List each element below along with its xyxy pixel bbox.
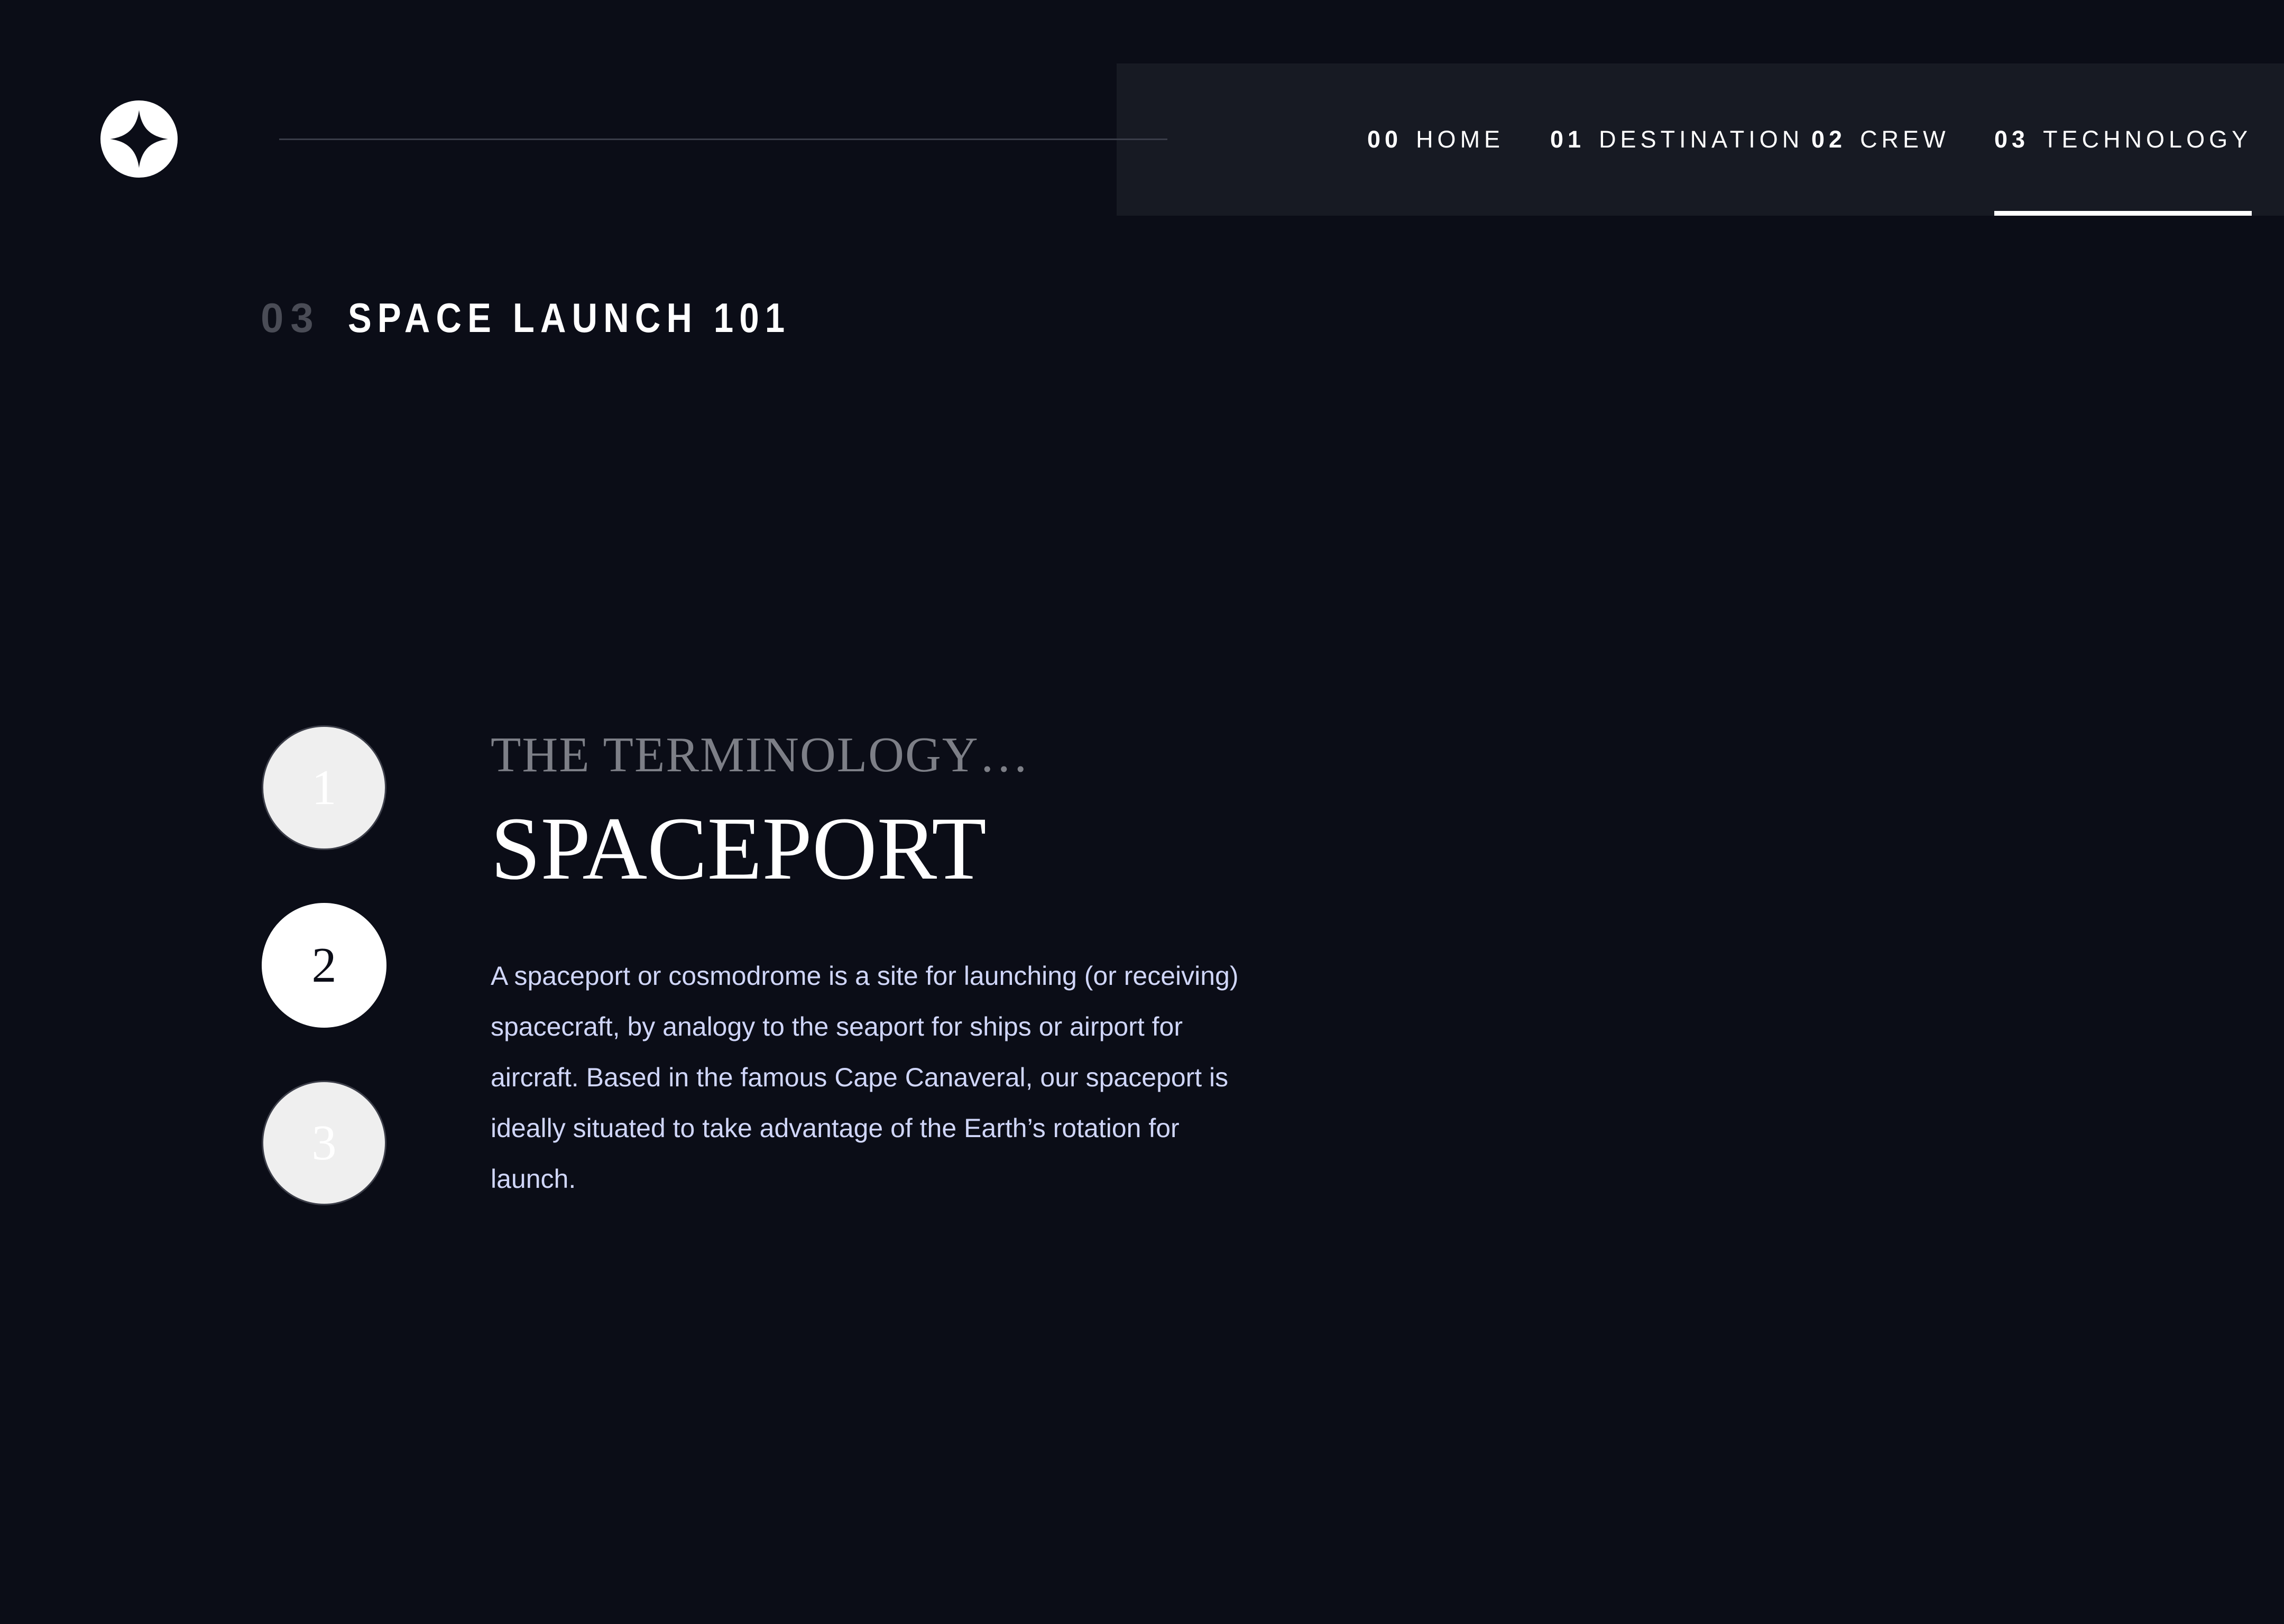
step-button-2[interactable]: 2 bbox=[262, 903, 386, 1028]
nav-item-label: DESTINATION bbox=[1599, 126, 1804, 153]
nav-item-destination[interactable]: 01 DESTINATION bbox=[1550, 63, 1803, 216]
nav-item-number: 00 bbox=[1367, 126, 1403, 153]
star-logo-icon[interactable] bbox=[100, 100, 178, 178]
header-divider bbox=[279, 139, 1167, 140]
term-title: SPACEPORT bbox=[491, 799, 987, 898]
step-button-3[interactable]: 3 bbox=[262, 1081, 386, 1205]
nav-item-number: 01 bbox=[1550, 126, 1586, 153]
terminology-eyebrow: THE TERMINOLOGY… bbox=[491, 727, 1030, 782]
term-description: A spaceport or cosmodrome is a site for … bbox=[491, 961, 1239, 1194]
nav-item-label: CREW bbox=[1860, 126, 1950, 153]
page-heading-number: 03 bbox=[261, 294, 320, 341]
nav-item-crew[interactable]: 02 CREW bbox=[1811, 63, 1950, 216]
nav-item-label: TECHNOLOGY bbox=[2043, 126, 2252, 153]
nav-item-label: HOME bbox=[1416, 126, 1505, 153]
main-nav: 00 HOME 01 DESTINATION 02 CREW 03 TECHNO… bbox=[1117, 63, 2284, 216]
page-heading-title: SPACE LAUNCH 101 bbox=[347, 294, 791, 341]
page-heading: 03 SPACE LAUNCH 101 bbox=[261, 294, 862, 342]
nav-item-home[interactable]: 00 HOME bbox=[1367, 63, 1504, 216]
nav-item-technology[interactable]: 03 TECHNOLOGY bbox=[1994, 63, 2252, 216]
nav-item-number: 02 bbox=[1811, 126, 1847, 153]
step-button-1[interactable]: 1 bbox=[262, 725, 386, 850]
nav-item-number: 03 bbox=[1994, 126, 2030, 153]
